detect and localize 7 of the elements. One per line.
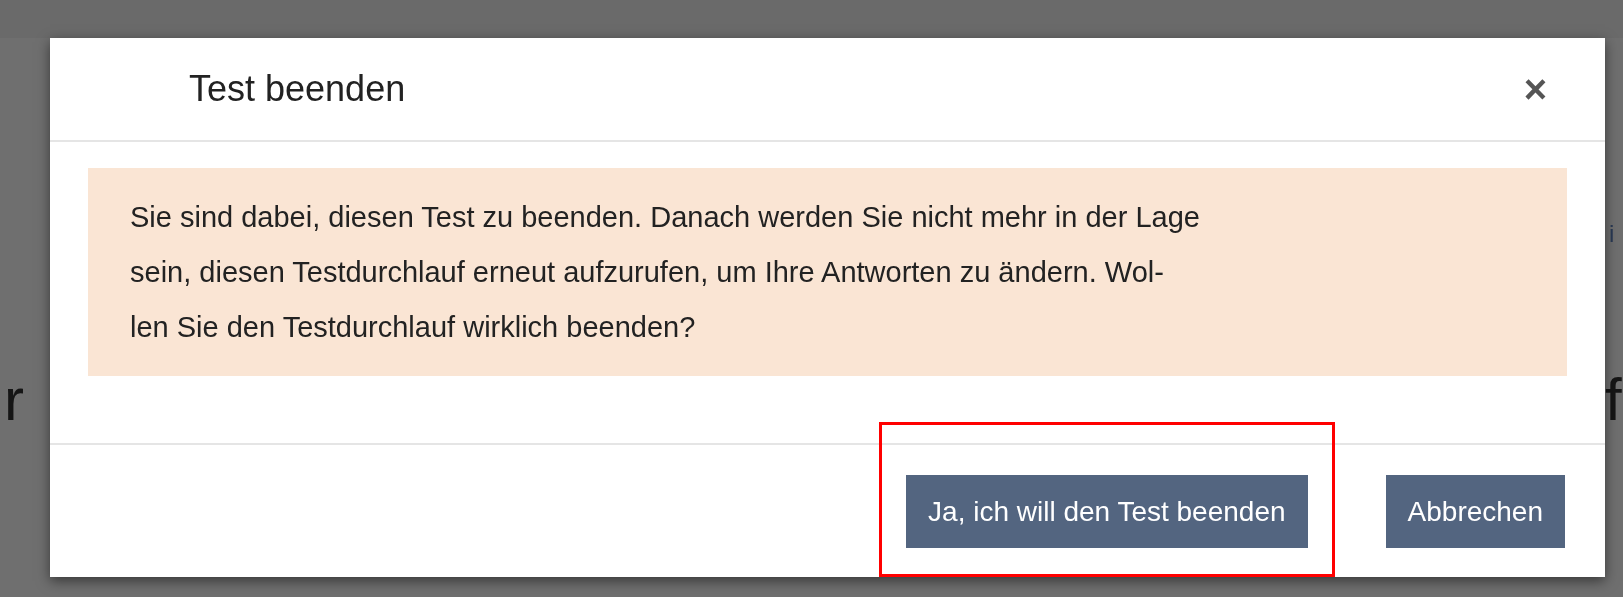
- page-heading-text: f: [1605, 370, 1622, 430]
- cancel-button[interactable]: Abbrechen: [1385, 475, 1565, 548]
- close-button[interactable]: ×: [1523, 68, 1547, 109]
- warning-message: Sie sind dabei, diesen Test zu beenden. Danach werden Sie nicht mehr in der Lage sein, diesen Testdurchlauf erneut aufzurufen, um Ihre Antworten zu ändern. Wol- len Sie den Testdurchlauf wirklich beenden?: [88, 167, 1567, 376]
- confirm-button[interactable]: Ja, ich will den Test beenden: [906, 475, 1308, 548]
- page-heading-text: r: [4, 370, 24, 430]
- dialog-title: Test beenden: [189, 66, 406, 111]
